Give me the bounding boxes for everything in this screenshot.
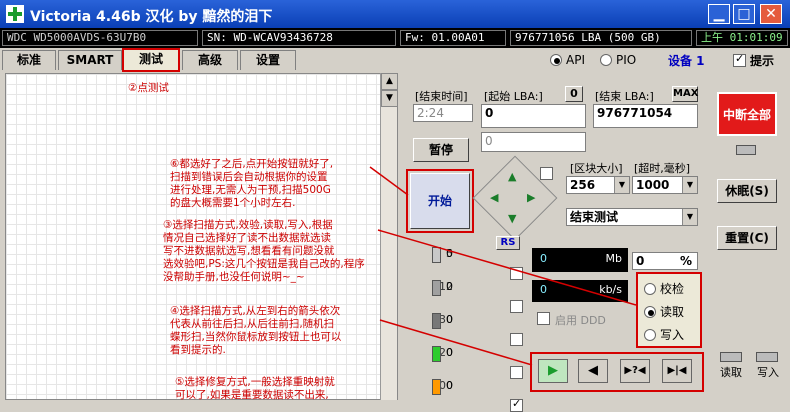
- latency-checkbox[interactable]: [510, 397, 523, 412]
- arrow-to-modes: [377, 229, 637, 306]
- annotation-arrows: [369, 166, 637, 366]
- arrow-to-directions: [379, 319, 533, 366]
- arrow-to-start: [369, 166, 409, 196]
